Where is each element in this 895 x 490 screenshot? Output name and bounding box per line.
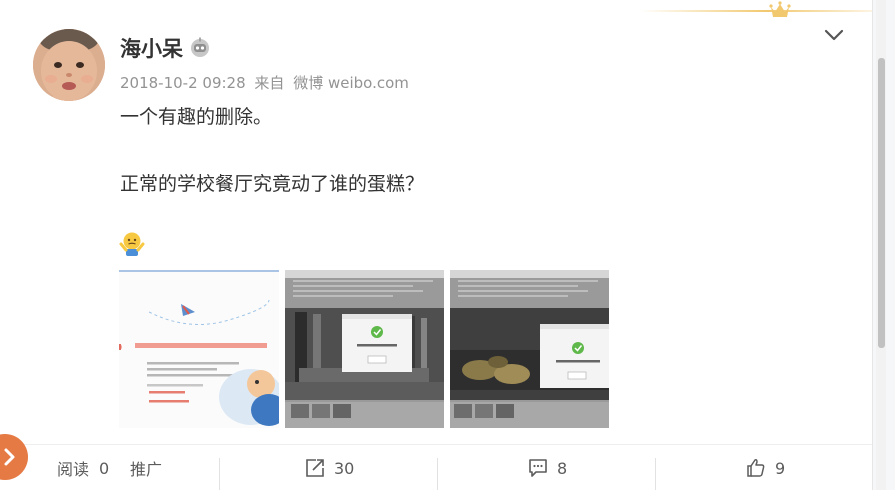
promote-button[interactable]: 推广 — [130, 445, 162, 490]
read-count: 阅读 0 — [57, 445, 109, 490]
deleted-post-image-2 — [450, 270, 609, 428]
post-text-line-1: 一个有趣的删除。 — [120, 106, 273, 128]
like-count: 9 — [775, 458, 786, 478]
post-timestamp-link[interactable]: 2018-10-2 09:28 — [120, 74, 246, 92]
like-button[interactable]: 9 — [745, 445, 785, 490]
source-app-link[interactable]: 微博 weibo.com — [293, 74, 409, 92]
username-link[interactable]: 海小呆 — [120, 33, 183, 63]
source-prefix: 来自 — [254, 74, 285, 92]
post-meta: 2018-10-2 09:28 来自 微博 weibo.com — [120, 72, 413, 93]
post-menu-button[interactable] — [820, 24, 848, 46]
post-image-3[interactable] — [450, 270, 609, 428]
crown-icon — [769, 1, 791, 17]
comment-button[interactable]: 8 — [527, 445, 567, 490]
divider — [655, 458, 656, 490]
deleted-post-image-1 — [285, 270, 444, 428]
post-image-2[interactable] — [285, 270, 444, 428]
thumbs-up-icon — [747, 459, 765, 477]
divider — [219, 458, 220, 490]
read-count-value: 0 — [99, 458, 110, 478]
chevron-down-icon — [824, 29, 844, 41]
comment-count: 8 — [557, 458, 568, 478]
repost-icon — [306, 459, 324, 477]
weibo-post-card: 海小呆 2018-10-2 09:28 来自 微博 weibo.com 一个有趣… — [0, 0, 872, 490]
post-text-line-2: 正常的学校餐厅究竟动了谁的蛋糕？ — [120, 173, 425, 195]
chevron-right-icon — [4, 448, 15, 466]
repost-count: 30 — [334, 458, 355, 478]
shrug-emoji-icon — [119, 232, 145, 256]
robot-badge-icon — [191, 37, 209, 57]
repost-button[interactable]: 30 — [304, 445, 354, 490]
crown-decoration-line — [640, 10, 872, 12]
divider — [437, 458, 438, 490]
read-label: 阅读 — [57, 460, 90, 479]
comment-icon — [529, 459, 547, 477]
promote-label: 推广 — [130, 460, 163, 479]
post-image-1[interactable] — [119, 270, 279, 428]
floating-side-button[interactable] — [0, 434, 28, 480]
error-page-image — [119, 272, 279, 428]
scrollbar-thumb[interactable] — [878, 58, 885, 348]
avatar[interactable] — [33, 29, 105, 101]
avatar-face-image — [33, 29, 105, 101]
post-action-bar: 阅读 0 推广 30 8 9 — [0, 444, 872, 490]
